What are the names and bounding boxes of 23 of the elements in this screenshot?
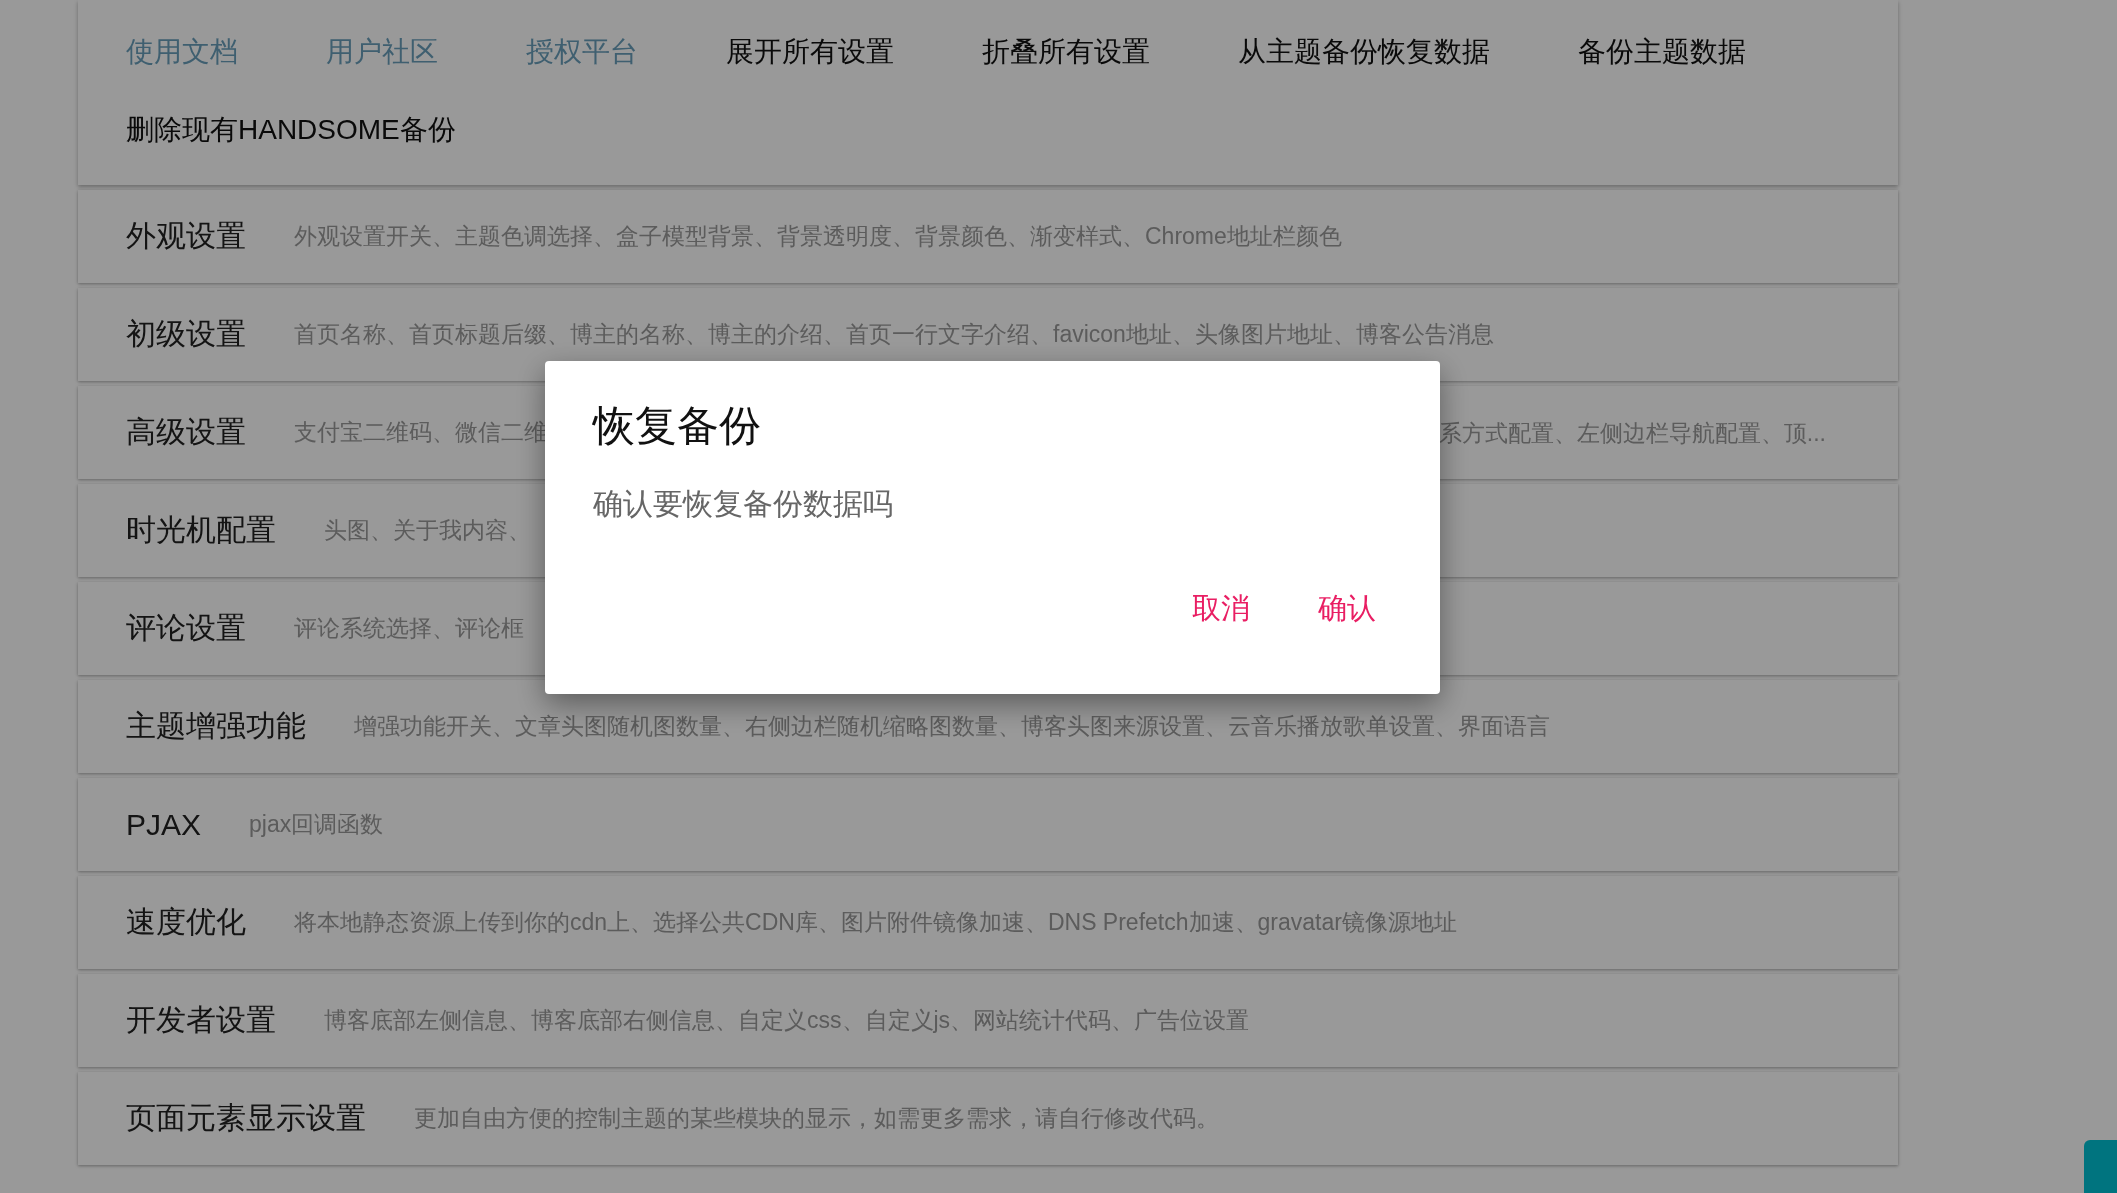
section-title: 初级设置 <box>126 316 246 352</box>
section-description: 增强功能开关、文章头图随机图数量、右侧边栏随机缩略图数量、博客头图来源设置、云音乐播放歌单设置、界面语言 <box>354 712 1550 741</box>
section-title: 评论设置 <box>126 610 246 646</box>
section-description: pjax回调函数 <box>249 810 384 839</box>
section-description: 评论系统选择、评论框 <box>294 614 524 643</box>
section-title: 高级设置 <box>126 414 246 450</box>
section-title: 外观设置 <box>126 218 246 254</box>
section-description: 外观设置开关、主题色调选择、盒子模型背景、背景透明度、背景颜色、渐变样式、Chrome地址栏颜色 <box>294 222 1342 251</box>
section-description: 支付宝二维码、微信二维 <box>294 418 547 447</box>
section-description: 博客底部左侧信息、博客底部右侧信息、自定义css、自定义js、网站统计代码、广告位设置 <box>324 1006 1250 1035</box>
section-title: 时光机配置 <box>126 512 276 548</box>
section-description: 头图、关于我内容、 <box>324 516 531 545</box>
dialog-title: 恢复备份 <box>593 405 762 447</box>
section-title: 页面元素显示设置 <box>126 1100 366 1136</box>
section-title: 速度优化 <box>126 904 246 940</box>
section-description: 更加自由方便的控制主题的某些模块的显示，如需更多需求，请自行修改代码。 <box>414 1104 1219 1133</box>
section-description: 首页名称、首页标题后缀、博主的名称、博主的介绍、首页一行文字介绍、favicon地址、头像图片地址、博客公告消息 <box>294 320 1494 349</box>
section-title: PJAX <box>126 807 202 842</box>
section-title: 主题增强功能 <box>126 708 306 744</box>
section-title: 开发者设置 <box>126 1002 276 1038</box>
section-description: 系方式配置、左侧边栏导航配置、顶... <box>1438 418 1826 447</box>
dialog-message: 确认要恢复备份数据吗 <box>593 489 894 519</box>
section-description: 将本地静态资源上传到你的cdn上、选择公共CDN库、图片附件镜像加速、DNS Prefetch加速、gravatar镜像源地址 <box>294 908 1457 937</box>
